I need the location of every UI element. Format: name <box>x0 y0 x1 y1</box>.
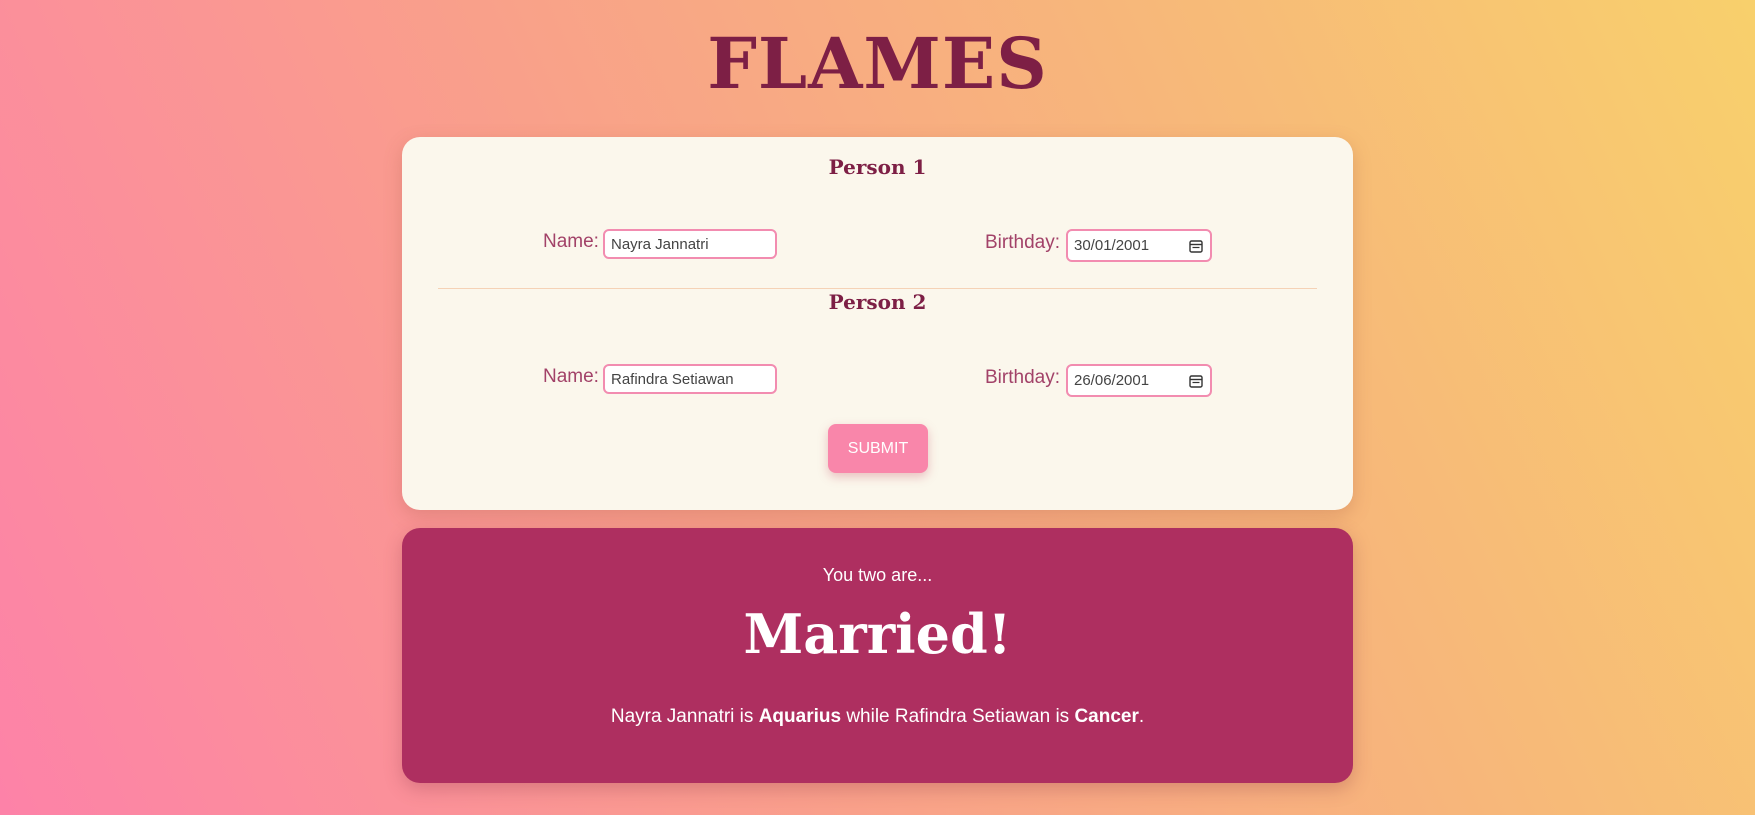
submit-button[interactable]: SUBMIT <box>828 424 928 473</box>
person-2-birthday-input[interactable]: 26/06/2001 <box>1066 364 1212 397</box>
person-1-heading: Person 1 <box>828 155 927 179</box>
person-2-birthday-value: 26/06/2001 <box>1074 372 1150 389</box>
summary-text-is-1: is <box>734 706 759 727</box>
result-card: You two are... Married! Nayra Jannatri i… <box>402 528 1353 783</box>
person-1-birthday-input[interactable]: 30/01/2001 <box>1066 229 1212 262</box>
result-verdict: Married! <box>743 602 1012 666</box>
person-2-birthday-label: Birthday: <box>985 367 1060 388</box>
section-divider <box>438 288 1317 289</box>
zodiac-sign-2: Cancer <box>1074 706 1139 727</box>
person-2-name-label: Name: <box>543 366 599 387</box>
calendar-icon[interactable] <box>1189 239 1203 253</box>
summary-text-while: while <box>841 706 895 727</box>
person-1-birthday-value: 30/01/2001 <box>1074 237 1150 254</box>
person-2-name-input[interactable] <box>603 364 777 394</box>
person-1-name-label: Name: <box>543 231 599 252</box>
person-2-heading: Person 2 <box>828 290 927 314</box>
calendar-icon[interactable] <box>1189 374 1203 388</box>
zodiac-summary: Nayra Jannatri is Aquarius while Rafindr… <box>402 706 1353 728</box>
result-intro: You two are... <box>822 565 933 585</box>
summary-name-1: Nayra Jannatri <box>610 706 735 727</box>
zodiac-sign-1: Aquarius <box>758 706 842 727</box>
person-1-name-input[interactable] <box>603 229 777 259</box>
summary-name-2: Rafindra Setiawan <box>894 706 1051 727</box>
app-title: FLAMES <box>707 22 1048 105</box>
summary-text-end: . <box>1138 706 1145 727</box>
person-1-birthday-label: Birthday: <box>985 232 1060 253</box>
flames-form-card: Person 1 Name: Birthday: 30/01/2001 Pers… <box>402 137 1353 510</box>
summary-text-is-2: is <box>1050 706 1075 727</box>
